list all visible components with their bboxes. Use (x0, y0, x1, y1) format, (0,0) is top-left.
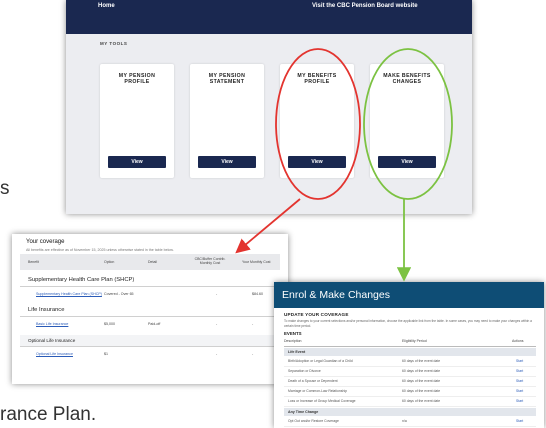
section-optional-life: Optional Life Insurance (20, 335, 280, 347)
enrol-header: Enrol & Make Changes (274, 282, 544, 308)
view-button[interactable]: View (288, 156, 346, 168)
cbc-cost-value: - (216, 322, 218, 326)
event-desc: Loss or Increase of Group Medical Covera… (288, 399, 356, 403)
table-row: Death of a Spouse or Dependent 60 days o… (284, 377, 536, 387)
start-link[interactable]: Start (516, 399, 523, 403)
update-coverage-text: To make changes to your current selectio… (284, 319, 532, 328)
event-period: 60 days of the event date (402, 389, 441, 393)
cbc-pension-board-link[interactable]: Visit the CBC Pension Board website (312, 3, 418, 9)
col-description: Description (284, 339, 302, 343)
coverage-title: Your coverage (26, 239, 65, 245)
background-text-fragment-bottom: rance Plan. (0, 404, 97, 425)
col-detail: Detail (148, 260, 157, 264)
col-cbc-cost: CBC/Buffer Contrib. Monthly Cost (194, 257, 226, 265)
table-row: Separation or Divorce 60 days of the eve… (284, 367, 536, 377)
table-row: Supplementary Health Care Plan (SHCP) Co… (20, 287, 280, 301)
background-text-fragment: s (0, 178, 10, 199)
view-button[interactable]: View (198, 156, 256, 168)
col-actions: Actions (512, 339, 524, 343)
events-table-header: Description Eligibility Period Actions (284, 337, 536, 347)
event-period: 60 days of the event date (402, 359, 441, 363)
option-value: Covered - Over 65 (104, 292, 134, 296)
table-row: Marriage or Common-Law Relationship 60 d… (284, 387, 536, 397)
your-cost-value: $84.60 (252, 292, 263, 296)
event-period: n/a (402, 419, 407, 423)
portal-screenshot: Home Visit the CBC Pension Board website… (66, 0, 472, 214)
tile-my-pension-profile: MY PENSION PROFILE View (100, 64, 174, 178)
option-value: $5,000 (104, 322, 115, 326)
events-title: EVENTS (284, 331, 302, 336)
start-link[interactable]: Start (516, 369, 523, 373)
benefit-link[interactable]: Supplementary Health Care Plan (SHCP) (36, 292, 102, 296)
event-desc: Separation or Divorce (288, 369, 321, 373)
portal-top-bar: Home Visit the CBC Pension Board website (66, 0, 472, 34)
event-desc: Death of a Spouse or Dependent (288, 379, 338, 383)
my-tools-label: MY TOOLS (100, 41, 128, 46)
group-life-event: Life Event (284, 348, 536, 356)
event-desc: Marriage or Common-Law Relationship (288, 389, 347, 393)
event-desc: Opt Out and/or Restore Coverage (288, 419, 339, 423)
tile-title: MAKE BENEFITS CHANGES (383, 73, 431, 85)
tile-title: MY PENSION PROFILE (118, 73, 156, 85)
coverage-table-header: Benefit Option Detail CBC/Buffer Contrib… (20, 254, 280, 270)
table-row: Basic Life Insurance $5,000 Paid-off - - (20, 317, 280, 331)
table-row: Loss or Increase of Group Medical Covera… (284, 397, 536, 407)
benefit-link[interactable]: Optional Life Insurance (36, 352, 73, 356)
your-coverage-screenshot: Your coverage All benefits are effective… (12, 234, 288, 384)
option-value: $1 (104, 352, 108, 356)
event-desc: Birth/Adoption or Legal Guardian of a Ch… (288, 359, 353, 363)
col-eligibility: Eligibility Period (402, 339, 427, 343)
event-period: 60 days of the event date (402, 399, 441, 403)
enrol-make-changes-screenshot: Enrol & Make Changes UPDATE YOUR COVERAG… (274, 282, 544, 428)
col-benefit: Benefit (28, 260, 39, 264)
event-period: 60 days of the event date (402, 369, 441, 373)
cbc-cost-value: - (216, 292, 218, 296)
your-cost-value: - (252, 352, 254, 356)
start-link[interactable]: Start (516, 379, 523, 383)
benefit-link[interactable]: Basic Life Insurance (36, 322, 68, 326)
tile-my-pension-statement: MY PENSION STATEMENT View (190, 64, 264, 178)
home-link[interactable]: Home (98, 3, 115, 9)
col-your-cost: Your Monthly Cost (242, 260, 271, 264)
tile-title: MY PENSION STATEMENT (208, 73, 246, 85)
start-link[interactable]: Start (516, 419, 523, 423)
section-life-insurance: Life Insurance (20, 305, 280, 317)
start-link[interactable]: Start (516, 359, 523, 363)
tile-title: MY BENEFITS PROFILE (297, 73, 337, 85)
start-link[interactable]: Start (516, 389, 523, 393)
cbc-cost-value: - (216, 352, 218, 356)
section-shcp: Supplementary Health Care Plan (SHCP) (20, 275, 280, 287)
group-any-time-change: Any Time Change (284, 408, 536, 416)
your-cost-value: - (252, 322, 254, 326)
col-option: Option (104, 260, 115, 264)
table-row: Optional Life Insurance $1 - - (20, 347, 280, 361)
tile-make-benefits-changes: MAKE BENEFITS CHANGES View (370, 64, 444, 178)
table-row: Opt Out and/or Restore Coverage n/a Star… (284, 417, 536, 427)
coverage-subtitle: All benefits are effective as of Novembe… (26, 248, 174, 252)
detail-value: Paid-off (148, 322, 161, 326)
table-row: Birth/Adoption or Legal Guardian of a Ch… (284, 357, 536, 367)
update-coverage-title: UPDATE YOUR COVERAGE (284, 312, 349, 317)
view-button[interactable]: View (378, 156, 436, 168)
view-button[interactable]: View (108, 156, 166, 168)
event-period: 60 days of the event date (402, 379, 441, 383)
tile-my-benefits-profile: MY BENEFITS PROFILE View (280, 64, 354, 178)
